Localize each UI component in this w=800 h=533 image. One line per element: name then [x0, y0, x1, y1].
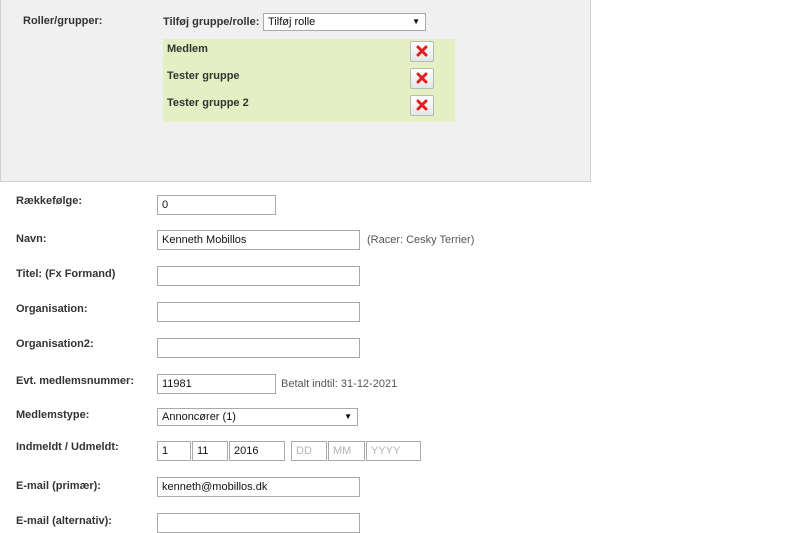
email-primary-input[interactable]: [157, 477, 360, 497]
groups-list: Medlem Tester gruppe Tester gruppe 2: [163, 39, 455, 122]
add-role-select[interactable]: Tilføj rolle ▼: [263, 13, 426, 31]
x-icon: [416, 45, 428, 57]
joined-year-input[interactable]: [229, 441, 285, 461]
member-type-label: Medlemstype:: [16, 409, 90, 421]
left-month-input[interactable]: [328, 441, 365, 461]
delete-group-button[interactable]: [410, 68, 434, 89]
organisation2-label: Organisation2:: [16, 338, 94, 350]
name-input[interactable]: [157, 230, 360, 250]
organisation-input[interactable]: [157, 302, 360, 322]
roles-label: Roller/grupper:: [23, 15, 103, 27]
add-role-select-value: Tilføj rolle: [268, 16, 316, 28]
title-label: Titel: (Fx Formand): [16, 268, 116, 280]
joined-left-label: Indmeldt / Udmeldt:: [16, 441, 119, 453]
dropdown-arrow-icon: ▼: [412, 17, 420, 26]
delete-group-button[interactable]: [410, 95, 434, 116]
organisation-label: Organisation:: [16, 303, 88, 315]
email-alt-label: E-mail (alternativ):: [16, 515, 112, 527]
member-number-label: Evt. medlemsnummer:: [16, 375, 134, 387]
joined-day-input[interactable]: [157, 441, 191, 461]
left-year-input[interactable]: [366, 441, 421, 461]
dropdown-arrow-icon: ▼: [344, 412, 352, 421]
x-icon: [416, 72, 428, 84]
member-type-select[interactable]: Annoncører (1) ▼: [157, 408, 358, 426]
breed-note: (Racer: Cesky Terrier): [367, 234, 475, 246]
delete-group-button[interactable]: [410, 41, 434, 62]
left-day-input[interactable]: [291, 441, 327, 461]
roles-panel: Roller/grupper: Tilføj gruppe/rolle: Til…: [0, 0, 591, 182]
member-type-select-value: Annoncører (1): [162, 411, 236, 423]
add-group-label: Tilføj gruppe/rolle:: [163, 16, 260, 28]
group-item-label: Tester gruppe: [167, 70, 240, 82]
email-primary-label: E-mail (primær):: [16, 480, 101, 492]
group-item-label: Tester gruppe 2: [167, 97, 249, 109]
order-label: Rækkefølge:: [16, 195, 83, 207]
x-icon: [416, 99, 428, 111]
organisation2-input[interactable]: [157, 338, 360, 358]
order-input[interactable]: [157, 195, 276, 215]
group-item-label: Medlem: [167, 43, 208, 55]
title-input[interactable]: [157, 266, 360, 286]
joined-month-input[interactable]: [192, 441, 228, 461]
name-label: Navn:: [16, 233, 47, 245]
email-alt-input[interactable]: [157, 513, 360, 533]
member-number-input[interactable]: [157, 374, 276, 394]
paid-until-note: Betalt indtil: 31-12-2021: [281, 378, 398, 390]
